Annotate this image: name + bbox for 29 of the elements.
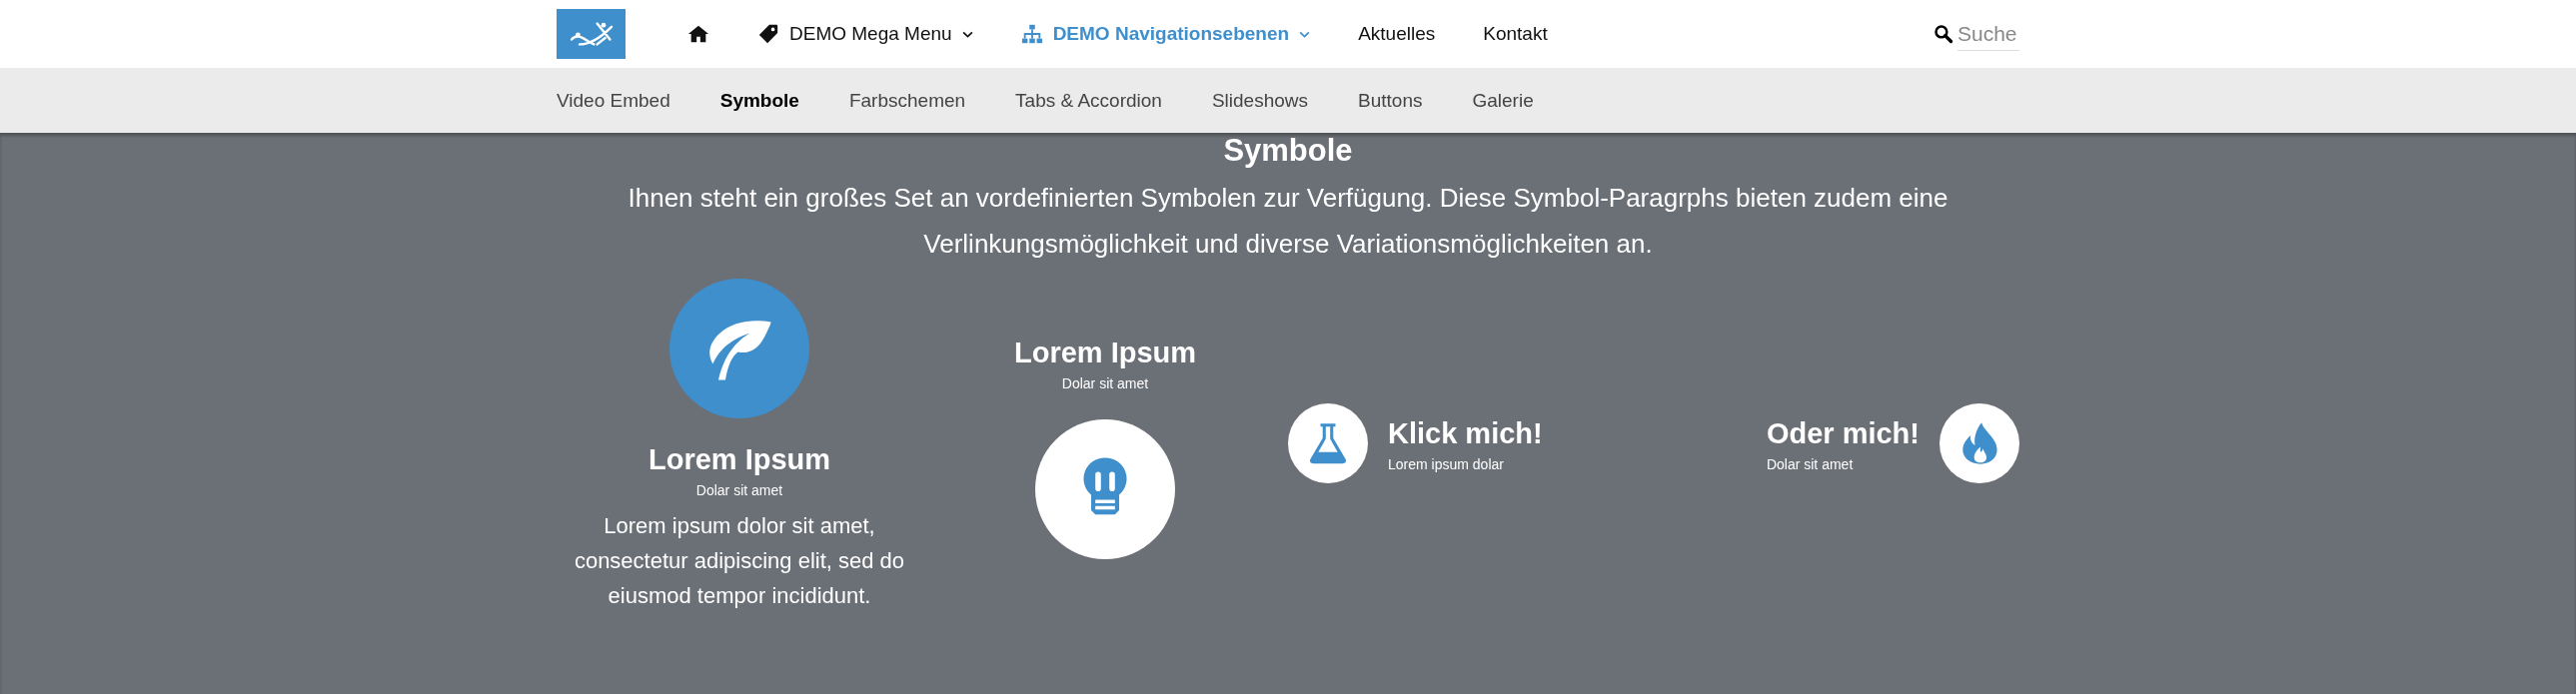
- subnav-link[interactable]: Galerie: [1472, 89, 1534, 112]
- symbol-title: Klick mich!: [1388, 416, 1543, 451]
- symbol-subtitle: Dolar sit amet: [1766, 456, 1855, 472]
- logo[interactable]: [557, 9, 626, 59]
- symbol-title: Lorem Ipsum: [1013, 336, 1197, 370]
- tag-icon: [757, 23, 779, 45]
- subnav-link[interactable]: Tabs & Accordion: [1015, 89, 1162, 112]
- sitemap-icon: [1020, 23, 1043, 45]
- home-icon: [687, 23, 709, 45]
- subnav-link[interactable]: Farbschemen: [848, 89, 966, 112]
- nav-link[interactable]: Aktuelles: [1334, 23, 1460, 45]
- subnav-link[interactable]: Buttons: [1358, 89, 1423, 112]
- search-icon: [1933, 24, 1953, 44]
- section-title: Symbole: [1222, 133, 1354, 169]
- symbol-title: Lorem Ipsum: [647, 442, 831, 477]
- intro-text: Ihnen steht ein großes Set an vordefinierten Symbolen zur Verfügung. Diese Symbol-Paragrphs bieten zudem eine Verlinkungsmöglichkeit und diverse Variationsmöglichkeiten an.: [627, 182, 1949, 261]
- subnav-link[interactable]: Slideshows: [1211, 89, 1309, 112]
- chevron-down-icon: [1299, 30, 1311, 38]
- symbol-text: Lorem ipsum dolor sit amet, consectetur adipiscing elit, sed do eiusmod tempor incididunt.: [573, 512, 906, 610]
- symbol-subtitle: Dolar sit amet: [695, 482, 783, 498]
- nav-link[interactable]: DEMO Navigationsebenen: [996, 23, 1335, 45]
- nav-link[interactable]: Kontakt: [1459, 23, 1572, 45]
- symbol-subtitle: Lorem ipsum dolar: [1388, 456, 1505, 472]
- subnav-link[interactable]: Symbole: [719, 89, 799, 112]
- subnav-link[interactable]: Video Embed: [557, 89, 670, 112]
- symbol-title: Oder mich!: [1766, 416, 1920, 451]
- chevron-down-icon: [961, 30, 973, 38]
- symbol-subtitle: Dolar sit amet: [1061, 375, 1149, 391]
- nav-link[interactable]: DEMO Mega Menu: [733, 23, 997, 45]
